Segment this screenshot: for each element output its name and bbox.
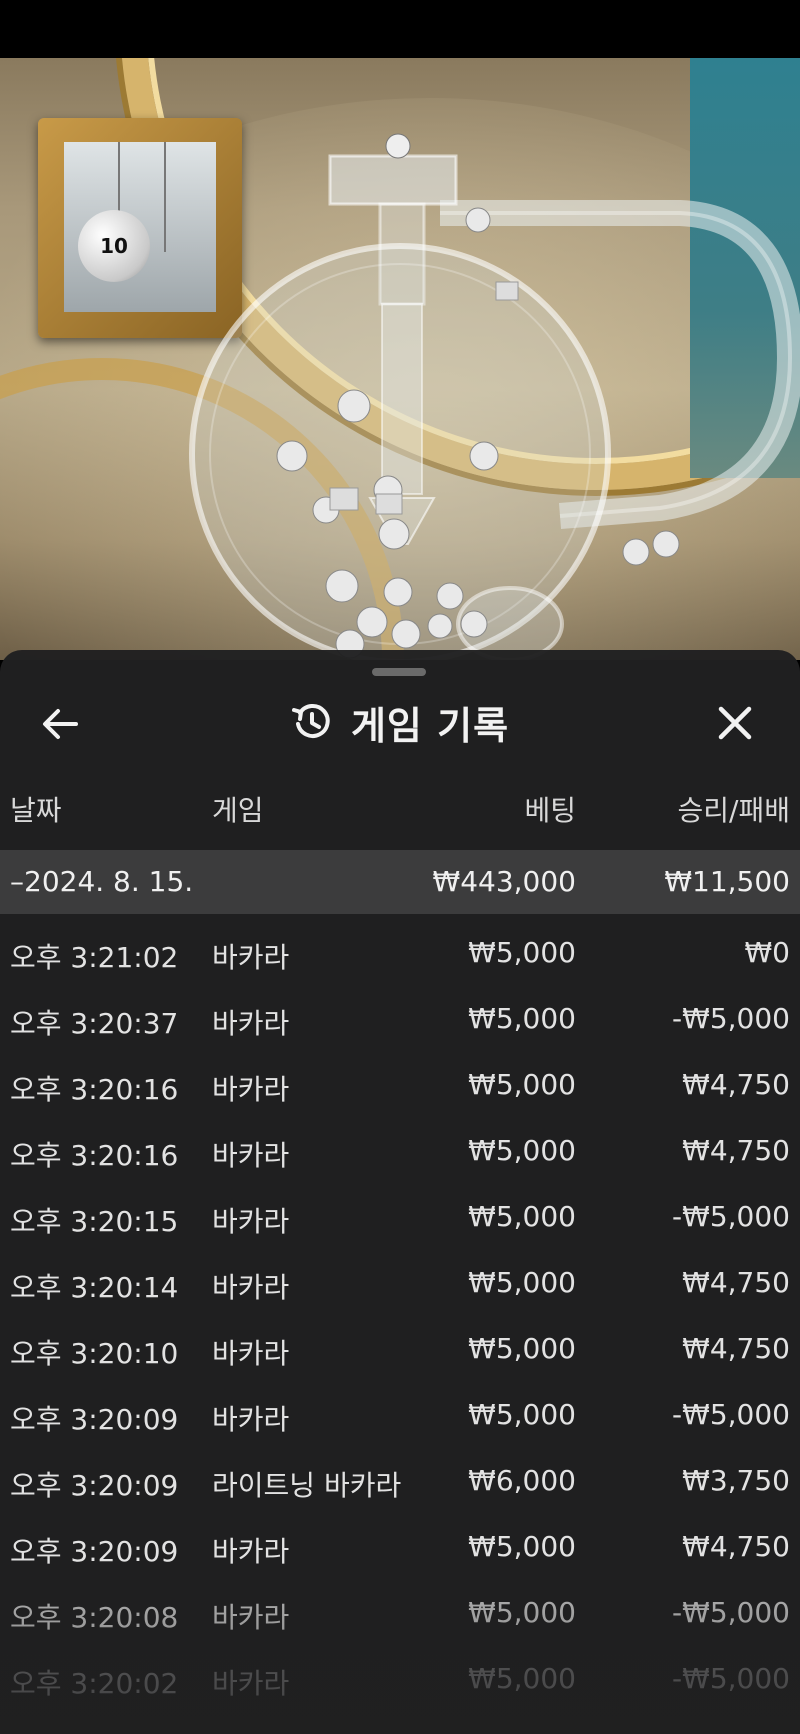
column-header-game: 게임: [212, 794, 264, 827]
row-result: -₩5,000: [672, 1662, 790, 1695]
row-game: 바카라: [212, 1337, 290, 1370]
row-result: ₩4,750: [682, 1134, 790, 1167]
row-time: 오후 3:20:14: [10, 1271, 179, 1304]
game-history-sheet: 게임 기록 날짜 게임 베팅 승리/패배 –2024. 8. 15. ₩443,…: [0, 650, 800, 1734]
history-row[interactable]: 오후 3:20:08 바카라 ₩5,000 -₩5,000: [0, 1580, 800, 1646]
row-time: 오후 3:20:10: [10, 1337, 179, 1370]
history-row[interactable]: 오후 3:21:02 바카라 ₩5,000 ₩0: [0, 920, 800, 986]
row-bet: ₩5,000: [468, 1398, 576, 1431]
row-time: 오후 3:20:16: [10, 1139, 179, 1172]
row-result: ₩4,750: [682, 1530, 790, 1563]
row-bet: ₩6,000: [468, 1464, 576, 1497]
row-game: 라이트닝 바카라: [212, 1469, 402, 1502]
sheet-title: 게임 기록: [350, 703, 510, 748]
row-result: -₩5,000: [672, 1200, 790, 1233]
date-group-row[interactable]: –2024. 8. 15. ₩443,000 ₩11,500: [0, 850, 800, 914]
row-game: 바카라: [212, 1667, 290, 1700]
row-result: -₩5,000: [672, 1002, 790, 1035]
app-screen: 10 게임 기록 날짜 게임 베팅 승리/패배 –2024. 8. 15. ₩4…: [0, 0, 800, 1734]
row-result: ₩3,750: [682, 1464, 790, 1497]
group-date: –2024. 8. 15.: [10, 865, 194, 898]
row-game: 바카라: [212, 1073, 290, 1106]
row-result: ₩4,750: [682, 1266, 790, 1299]
column-header-win-loss: 승리/패배: [677, 794, 790, 827]
history-row[interactable]: 오후 3:20:09 바카라 ₩5,000 -₩5,000: [0, 1382, 800, 1448]
row-game: 바카라: [212, 1205, 290, 1238]
history-row[interactable]: 오후 3:20:14 바카라 ₩5,000 ₩4,750: [0, 1250, 800, 1316]
sheet-title-group: 게임 기록: [0, 690, 800, 754]
row-bet: ₩5,000: [468, 1530, 576, 1563]
history-row[interactable]: 오후 3:20:16 바카라 ₩5,000 ₩4,750: [0, 1118, 800, 1184]
row-bet: ₩5,000: [468, 1068, 576, 1101]
row-time: 오후 3:20:09: [10, 1535, 179, 1568]
sheet-header: 게임 기록: [0, 690, 800, 754]
row-game: 바카라: [212, 941, 290, 974]
row-result: -₩5,000: [672, 1398, 790, 1431]
row-game: 바카라: [212, 1535, 290, 1568]
live-video-feed[interactable]: 10: [0, 58, 800, 660]
history-icon: [291, 704, 330, 738]
history-row[interactable]: 오후 3:20:10 바카라 ₩5,000 ₩4,750: [0, 1316, 800, 1382]
row-bet: ₩5,000: [468, 1266, 576, 1299]
row-game: 바카라: [212, 1601, 290, 1634]
row-game: 바카라: [212, 1271, 290, 1304]
column-header-date: 날짜: [10, 794, 62, 827]
column-header-bet: 베팅: [524, 794, 576, 827]
row-result: ₩4,750: [682, 1068, 790, 1101]
history-list: 오후 3:21:02 바카라 ₩5,000 ₩0 오후 3:20:37 바카라 …: [0, 920, 800, 1712]
row-game: 바카라: [212, 1403, 290, 1436]
row-time: 오후 3:20:15: [10, 1205, 179, 1238]
row-bet: ₩5,000: [468, 1662, 576, 1695]
row-time: 오후 3:21:02: [10, 941, 179, 974]
row-result: ₩0: [744, 936, 791, 969]
row-bet: ₩5,000: [468, 1332, 576, 1365]
row-bet: ₩5,000: [468, 1200, 576, 1233]
row-bet: ₩5,000: [468, 1002, 576, 1035]
lottery-machine: [189, 133, 800, 660]
history-row[interactable]: 오후 3:20:09 바카라 ₩5,000 ₩4,750: [0, 1514, 800, 1580]
group-bet-total: ₩443,000: [432, 865, 576, 898]
row-bet: ₩5,000: [468, 1134, 576, 1167]
history-row[interactable]: 오후 3:20:16 바카라 ₩5,000 ₩4,750: [0, 1052, 800, 1118]
history-row[interactable]: 오후 3:20:02 바카라 ₩5,000 -₩5,000: [0, 1646, 800, 1712]
row-time: 오후 3:20:37: [10, 1007, 179, 1040]
row-time: 오후 3:20:09: [10, 1469, 179, 1502]
table-header: 날짜 게임 베팅 승리/패배: [0, 775, 800, 835]
row-result: ₩4,750: [682, 1332, 790, 1365]
row-game: 바카라: [212, 1007, 290, 1040]
sheet-drag-handle[interactable]: [372, 668, 426, 676]
history-row[interactable]: 오후 3:20:09 라이트닝 바카라 ₩6,000 ₩3,750: [0, 1448, 800, 1514]
row-game: 바카라: [212, 1139, 290, 1172]
row-time: 오후 3:20:09: [10, 1403, 179, 1436]
row-bet: ₩5,000: [468, 936, 576, 969]
row-time: 오후 3:20:08: [10, 1601, 179, 1634]
row-result: -₩5,000: [672, 1596, 790, 1629]
row-time: 오후 3:20:16: [10, 1073, 179, 1106]
row-time: 오후 3:20:02: [10, 1667, 179, 1700]
row-bet: ₩5,000: [468, 1596, 576, 1629]
back-arrow-icon[interactable]: [38, 702, 82, 746]
history-row[interactable]: 오후 3:20:37 바카라 ₩5,000 -₩5,000: [0, 986, 800, 1052]
close-icon[interactable]: [712, 700, 758, 746]
history-row[interactable]: 오후 3:20:15 바카라 ₩5,000 -₩5,000: [0, 1184, 800, 1250]
group-win-total: ₩11,500: [664, 865, 790, 898]
